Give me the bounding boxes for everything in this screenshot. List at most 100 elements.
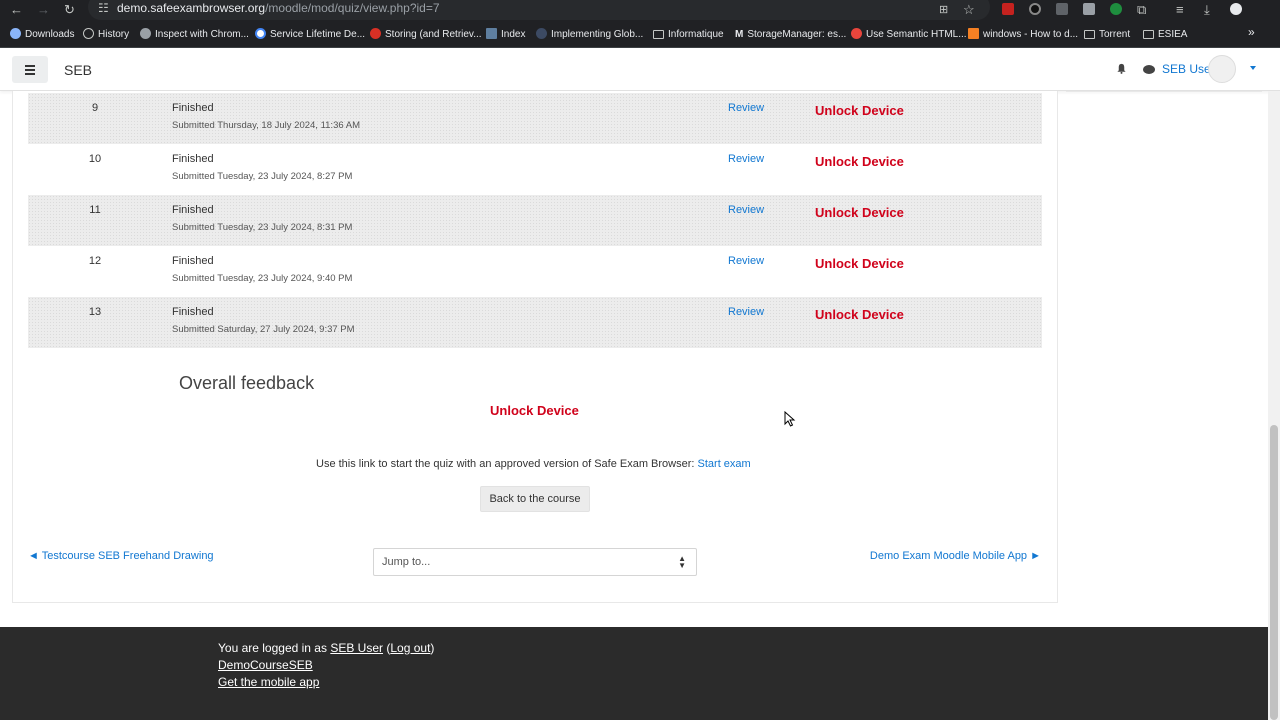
page-footer: You are logged in as SEB User (Log out) … bbox=[0, 627, 1268, 720]
start-exam-link[interactable]: Start exam bbox=[698, 458, 751, 470]
jump-to-select[interactable]: Jump to... ▲ ▼ bbox=[373, 548, 697, 576]
attempt-submitted-date: Submitted Saturday, 27 July 2024, 9:37 P… bbox=[172, 324, 355, 335]
review-link[interactable]: Review bbox=[728, 102, 764, 114]
seb-start-text: Use this link to start the quiz with an … bbox=[316, 458, 751, 470]
unlock-device-link[interactable]: Unlock Device bbox=[815, 256, 904, 271]
google-icon bbox=[255, 28, 266, 39]
user-profile-link[interactable]: SEB User bbox=[330, 641, 383, 655]
scrollbar-thumb[interactable] bbox=[1270, 425, 1278, 720]
menu-toggle-button[interactable] bbox=[12, 56, 48, 83]
bookmark-folder[interactable]: Informatique bbox=[653, 28, 724, 41]
messages-icon[interactable] bbox=[1143, 65, 1155, 74]
course-home-link[interactable]: DemoCourseSEB bbox=[218, 658, 313, 672]
back-to-course-button[interactable]: Back to the course bbox=[480, 486, 590, 512]
attempt-state: Finished bbox=[172, 306, 214, 318]
logout-link[interactable]: Log out bbox=[390, 641, 430, 655]
attempt-number: 10 bbox=[88, 153, 102, 165]
attempt-number: 12 bbox=[88, 255, 102, 267]
bookmark-item[interactable]: Service Lifetime De... bbox=[255, 28, 365, 41]
extension-icon[interactable] bbox=[1056, 3, 1068, 15]
mobile-app-link[interactable]: Get the mobile app bbox=[218, 675, 319, 689]
attempt-number: 13 bbox=[88, 306, 102, 318]
extensions-puzzle-icon[interactable]: ⧉ bbox=[1137, 2, 1146, 18]
attempt-state: Finished bbox=[172, 204, 214, 216]
attempt-state: Finished bbox=[172, 153, 214, 165]
site-brand[interactable]: SEB bbox=[64, 62, 92, 78]
attempt-submitted-date: Submitted Tuesday, 23 July 2024, 8:27 PM bbox=[172, 171, 353, 182]
attempt-submitted-date: Submitted Tuesday, 23 July 2024, 9:40 PM bbox=[172, 273, 353, 284]
overall-feedback-heading: Overall feedback bbox=[179, 373, 315, 393]
unlock-device-link[interactable]: Unlock Device bbox=[815, 154, 904, 169]
folder-icon bbox=[1143, 30, 1154, 39]
attempt-row: 10 Finished Submitted Tuesday, 23 July 2… bbox=[28, 144, 1042, 195]
unlock-device-link[interactable]: Unlock Device bbox=[815, 103, 904, 118]
site-navbar: SEB SEB User bbox=[0, 49, 1280, 91]
attempt-submitted-date: Submitted Thursday, 18 July 2024, 11:36 … bbox=[172, 120, 361, 131]
bookmark-folder[interactable]: Torrent bbox=[1084, 28, 1130, 41]
history-icon bbox=[83, 28, 94, 39]
browser-toolbar: ← → ↻ ☷ demo.safeexambrowser.org/moodle/… bbox=[0, 0, 1280, 22]
notifications-bell-icon[interactable] bbox=[1116, 63, 1127, 74]
hamburger-icon bbox=[25, 65, 35, 67]
attempt-row: 13 Finished Submitted Saturday, 27 July … bbox=[28, 297, 1042, 348]
bookmark-folder[interactable]: ESIEA bbox=[1143, 28, 1187, 41]
folder-icon bbox=[1084, 30, 1095, 39]
more-bookmarks-icon[interactable]: » bbox=[1248, 26, 1255, 39]
unlock-device-link[interactable]: Unlock Device bbox=[490, 403, 579, 418]
bookmarks-bar: Downloads History Inspect with Chrom... … bbox=[0, 22, 1280, 48]
page-scrollbar[interactable] bbox=[1268, 91, 1280, 720]
profile-avatar-icon[interactable] bbox=[1230, 3, 1242, 15]
chevron-down-icon[interactable] bbox=[1250, 66, 1256, 70]
bookmark-item[interactable]: Index bbox=[486, 28, 525, 41]
unlock-device-link[interactable]: Unlock Device bbox=[815, 307, 904, 322]
review-link[interactable]: Review bbox=[728, 306, 764, 318]
bookmark-item[interactable]: windows - How to d... bbox=[968, 28, 1078, 41]
translate-icon[interactable]: ⊞ bbox=[939, 2, 948, 18]
bookmark-item[interactable]: Use Semantic HTML... bbox=[851, 28, 967, 41]
next-activity-link[interactable]: Demo Exam Moodle Mobile App ► bbox=[870, 550, 1041, 562]
unlock-device-link[interactable]: Unlock Device bbox=[815, 205, 904, 220]
attempt-submitted-date: Submitted Tuesday, 23 July 2024, 8:31 PM bbox=[172, 222, 353, 233]
attempt-row: 9 Finished Submitted Thursday, 18 July 2… bbox=[28, 93, 1042, 144]
bookmark-downloads[interactable]: Downloads bbox=[10, 28, 74, 41]
extension-icon[interactable] bbox=[1083, 3, 1095, 15]
user-menu-name[interactable]: SEB User bbox=[1162, 62, 1215, 76]
site-icon bbox=[370, 28, 381, 39]
bookmark-item[interactable]: Inspect with Chrom... bbox=[140, 28, 249, 41]
review-link[interactable]: Review bbox=[728, 255, 764, 267]
bookmark-item[interactable]: Implementing Glob... bbox=[536, 28, 643, 41]
extension-icon[interactable] bbox=[1029, 3, 1041, 15]
reading-list-icon[interactable]: ≡ bbox=[1176, 2, 1184, 18]
site-icon bbox=[851, 28, 862, 39]
attempt-row: 11 Finished Submitted Tuesday, 23 July 2… bbox=[28, 195, 1042, 246]
avatar[interactable] bbox=[1208, 55, 1236, 83]
url-text[interactable]: demo.safeexambrowser.org/moodle/mod/quiz… bbox=[117, 1, 440, 15]
stackoverflow-icon bbox=[968, 28, 979, 39]
review-link[interactable]: Review bbox=[728, 204, 764, 216]
reload-icon[interactable]: ↻ bbox=[64, 2, 75, 18]
right-block-region bbox=[1066, 91, 1262, 93]
review-link[interactable]: Review bbox=[728, 153, 764, 165]
attempt-number: 11 bbox=[89, 204, 101, 216]
previous-activity-link[interactable]: ◄ Testcourse SEB Freehand Drawing bbox=[28, 550, 214, 562]
bookmark-star-icon[interactable]: ☆ bbox=[963, 2, 975, 18]
extension-icon[interactable] bbox=[1110, 3, 1122, 15]
bookmark-history[interactable]: History bbox=[83, 28, 129, 41]
download-icon[interactable]: ⤓ bbox=[1204, 2, 1210, 18]
attempt-state: Finished bbox=[172, 102, 214, 114]
folder-icon bbox=[653, 30, 664, 39]
mouse-cursor-icon bbox=[784, 411, 796, 427]
attempt-state: Finished bbox=[172, 255, 214, 267]
globe-icon bbox=[140, 28, 151, 39]
mdn-icon: M bbox=[735, 29, 744, 40]
select-arrows-icon: ▲ ▼ bbox=[678, 554, 686, 570]
site-info-icon[interactable]: ☷ bbox=[98, 1, 109, 15]
download-icon bbox=[10, 28, 21, 39]
ublock-extension-icon[interactable] bbox=[1002, 3, 1014, 15]
site-icon bbox=[486, 28, 497, 39]
attempt-row: 12 Finished Submitted Tuesday, 23 July 2… bbox=[28, 246, 1042, 297]
back-icon[interactable]: ← bbox=[10, 2, 23, 18]
bookmark-item[interactable]: M StorageManager: es... bbox=[735, 28, 846, 41]
bookmark-item[interactable]: Storing (and Retriev... bbox=[370, 28, 482, 41]
forward-icon[interactable]: → bbox=[37, 2, 50, 18]
